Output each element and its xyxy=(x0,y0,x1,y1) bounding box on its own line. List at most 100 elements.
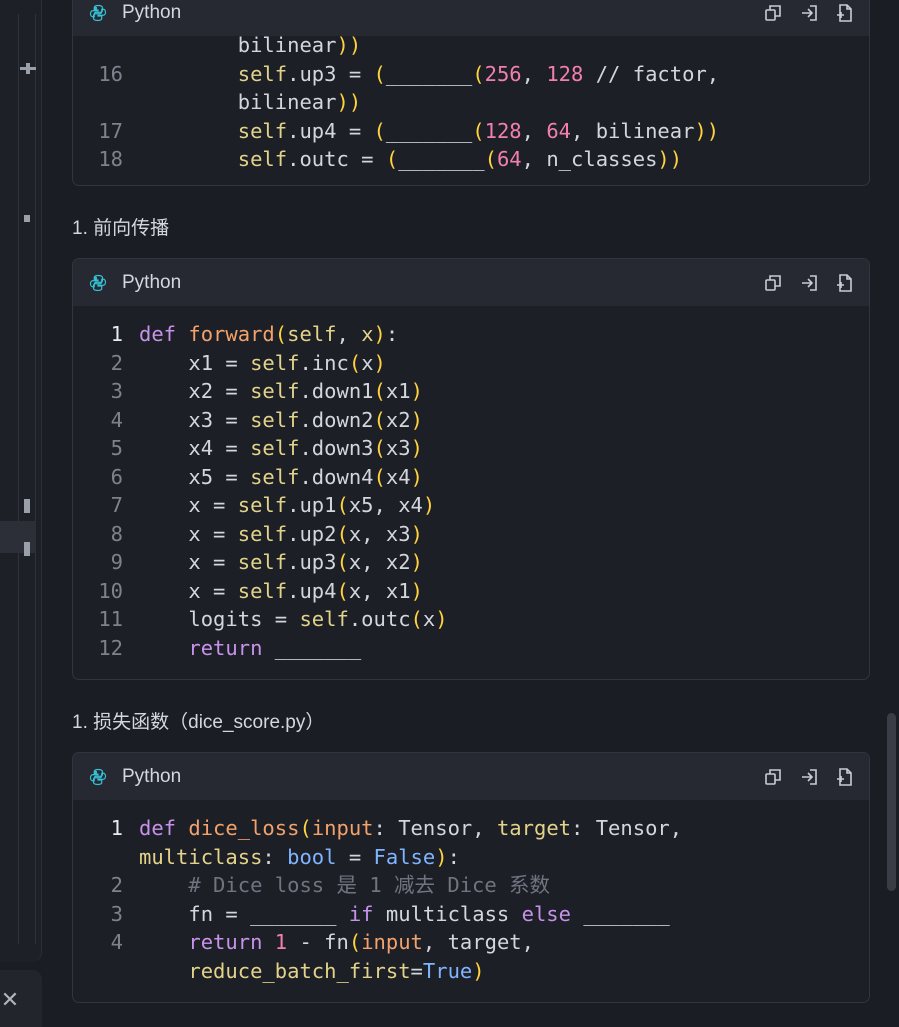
code-text: x = self.up2(x, x3) xyxy=(139,521,423,546)
code-block-init: Python bilinear)) 16 self.up3 = (_______(… xyxy=(72,0,870,186)
code-line: 1 def forward(self, x): xyxy=(73,320,869,349)
code-text: def dice_loss(input: Tensor, target: Ten… xyxy=(139,816,683,840)
code-text: x1 = self.inc(x) xyxy=(139,350,386,375)
code-text: x2 = self.down1(x1) xyxy=(139,379,423,403)
outline-marker xyxy=(24,215,30,222)
code-body: bilinear)) 16 self.up3 = (_______(256, 12… xyxy=(73,31,869,174)
copy-icon[interactable] xyxy=(763,767,783,787)
code-line: 2 # Dice loss 是 1 减去 Dice 系数 xyxy=(73,871,869,900)
code-text: reduce_batch_first=True) xyxy=(188,958,485,983)
code-block-dice-loss: Python 1 def dice_loss(input: Tensor, tar… xyxy=(72,752,870,1003)
new-file-icon[interactable] xyxy=(835,273,855,293)
line-number: 2 xyxy=(110,350,123,375)
code-body: 1 def dice_loss(input: Tensor, target: Te… xyxy=(73,800,869,985)
code-block-tools xyxy=(763,0,855,36)
python-icon xyxy=(89,274,107,291)
copy-icon[interactable] xyxy=(763,273,783,293)
code-text: bilinear)) xyxy=(139,90,362,114)
code-text: self.up4 = (_______(128, 64, bilinear)) xyxy=(237,118,720,143)
line-number: 11 xyxy=(98,607,123,631)
language-label: Python xyxy=(122,271,182,293)
code-text: logits = self.outc(x) xyxy=(139,607,448,631)
line-number xyxy=(73,88,123,117)
code-line: 4 return 1 - fn(input, target, xyxy=(73,928,869,957)
line-number: 2 xyxy=(110,873,123,897)
line-number: 4 xyxy=(110,930,123,954)
copy-icon[interactable] xyxy=(763,3,783,23)
code-line: 2 x1 = self.inc(x) xyxy=(73,349,869,378)
line-number: 4 xyxy=(110,407,123,432)
language-label: Python xyxy=(122,1,182,23)
code-text: x = self.up3(x, x2) xyxy=(139,550,423,574)
insert-icon[interactable] xyxy=(799,767,819,787)
code-text: fn = _______ if multiclass else _______ xyxy=(139,901,670,926)
left-sidebar xyxy=(0,0,42,962)
line-number: 3 xyxy=(110,379,123,403)
code-line: 16 self.up3 = (_______(256, 128 // facto… xyxy=(73,60,869,89)
section-heading-forward: 1. 前向传播 xyxy=(72,218,170,239)
code-line: 6 x5 = self.down4(x4) xyxy=(73,463,869,492)
new-file-icon[interactable] xyxy=(835,767,855,787)
code-line: 4 x3 = self.down2(x2) xyxy=(73,406,869,435)
python-icon xyxy=(89,4,107,21)
insert-icon[interactable] xyxy=(799,3,819,23)
code-text: x3 = self.down2(x2) xyxy=(139,407,423,432)
code-line: 18 self.outc = (_______(64, n_classes)) xyxy=(73,145,869,174)
code-line: 7 x = self.up1(x5, x4) xyxy=(73,491,869,520)
code-text: self.up3 = (_______(256, 128 // factor, xyxy=(237,61,720,86)
code-text: self.outc = (_______(64, n_classes)) xyxy=(237,147,683,171)
code-line: 3 fn = _______ if multiclass else ______… xyxy=(73,900,869,929)
code-line: multiclass: bool = False): xyxy=(73,843,869,872)
outline-marker xyxy=(26,63,30,74)
sidebar-selected-row[interactable] xyxy=(0,521,36,553)
sidebar-outline-track xyxy=(18,14,36,944)
line-number: 5 xyxy=(110,436,123,460)
language-label: Python xyxy=(122,765,182,787)
line-number: 7 xyxy=(110,493,123,517)
code-body: 1 def forward(self, x): 2 x1 = self.inc(x)… xyxy=(73,306,869,662)
code-line: reduce_batch_first=True) xyxy=(73,957,869,986)
code-text: multiclass: bool = False): xyxy=(139,844,460,869)
line-number: 17 xyxy=(98,118,123,143)
code-line: 1 def dice_loss(input: Tensor, target: Te… xyxy=(73,814,869,843)
new-file-icon[interactable] xyxy=(835,3,855,23)
code-line: 3 x2 = self.down1(x1) xyxy=(73,377,869,406)
code-line: 17 self.up4 = (_______(128, 64, bilinear… xyxy=(73,117,869,146)
scrollbar-thumb[interactable] xyxy=(887,713,896,891)
code-block-tools xyxy=(763,753,855,800)
outline-marker xyxy=(24,499,30,513)
line-number: 1 xyxy=(110,322,123,346)
code-block-tools xyxy=(763,259,855,306)
code-line: bilinear)) xyxy=(73,88,869,117)
code-line: 11 logits = self.outc(x) xyxy=(73,605,869,634)
line-number: 10 xyxy=(98,578,123,603)
code-text: # Dice loss 是 1 减去 Dice 系数 xyxy=(188,873,551,897)
line-number: 12 xyxy=(98,635,123,660)
code-text: x4 = self.down3(x3) xyxy=(139,436,423,460)
code-block-header: Python xyxy=(73,259,869,306)
line-number: 16 xyxy=(98,61,123,86)
code-text: return _______ xyxy=(188,635,362,660)
line-number: 3 xyxy=(110,901,123,926)
code-line: 10 x = self.up4(x, x1) xyxy=(73,577,869,606)
code-block-header: Python xyxy=(73,0,869,36)
line-number: 6 xyxy=(110,464,123,489)
code-text: x5 = self.down4(x4) xyxy=(139,464,423,489)
line-number: 9 xyxy=(110,550,123,574)
line-number xyxy=(73,843,123,872)
code-text: def forward(self, x): xyxy=(139,322,399,346)
code-text: return 1 - fn(input, target, xyxy=(188,930,534,954)
code-block-forward: Python 1 def forward(self, x): 2 x1 = self… xyxy=(72,258,870,680)
code-line: 5 x4 = self.down3(x3) xyxy=(73,434,869,463)
close-icon[interactable]: ✕ xyxy=(0,990,20,1012)
line-number: 18 xyxy=(98,147,123,171)
code-line: 12 return _______ xyxy=(73,634,869,663)
insert-icon[interactable] xyxy=(799,273,819,293)
code-block-header: Python xyxy=(73,753,869,800)
code-text: x = self.up1(x5, x4) xyxy=(139,493,436,517)
python-icon xyxy=(89,768,107,785)
line-number xyxy=(73,957,123,986)
line-number: 1 xyxy=(110,816,123,840)
code-line: 9 x = self.up3(x, x2) xyxy=(73,548,869,577)
line-number: 8 xyxy=(110,521,123,546)
